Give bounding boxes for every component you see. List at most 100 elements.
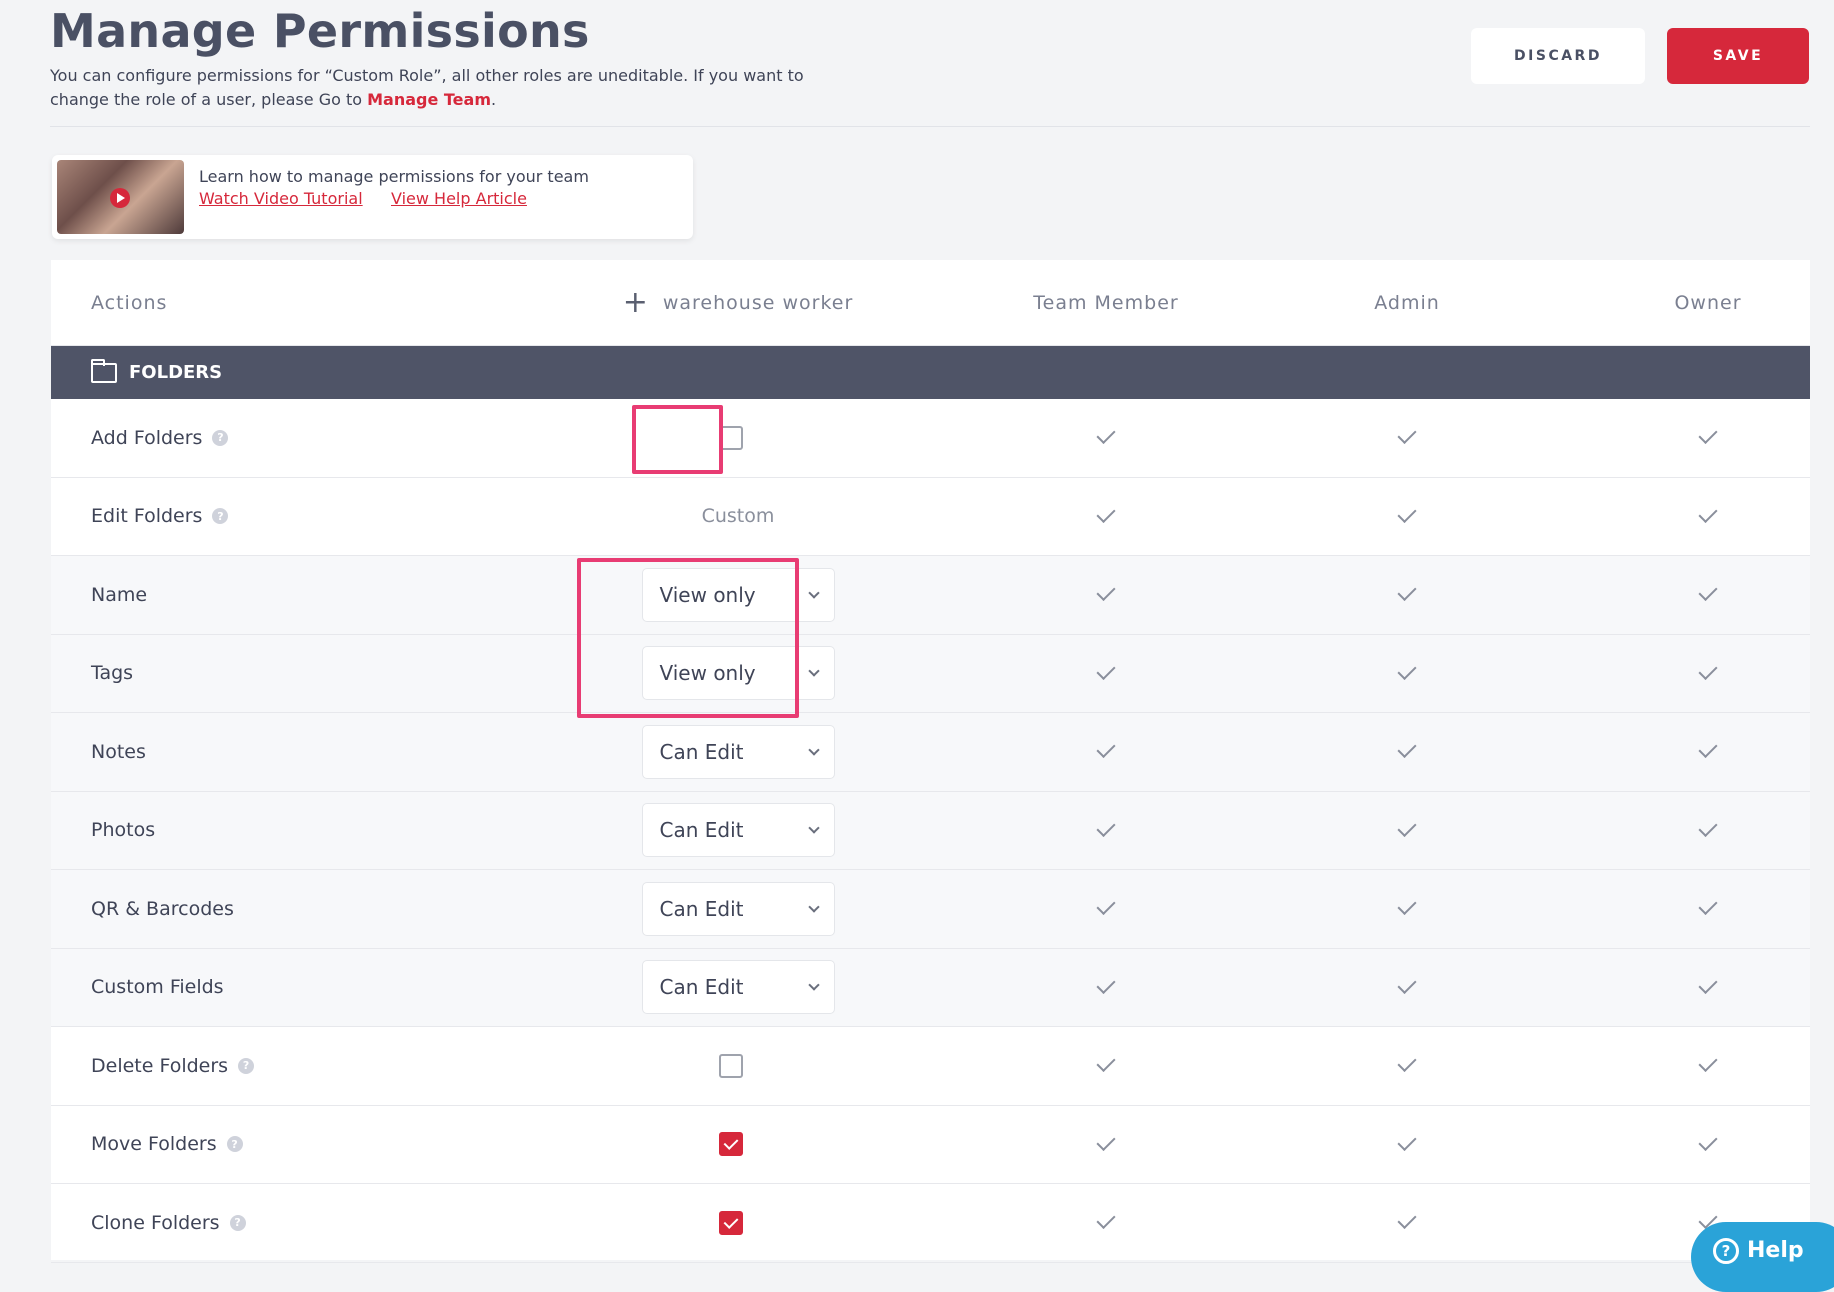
permission-checkbox[interactable] — [719, 1053, 743, 1078]
row-label-text: Tags — [91, 662, 134, 685]
check-icon — [1698, 503, 1718, 523]
custom-role-cell — [578, 399, 898, 477]
question-icon[interactable]: ? — [238, 1057, 255, 1074]
custom-role-cell: Can Edit — [578, 792, 898, 870]
manage-team-link[interactable]: Manage Team — [367, 90, 491, 109]
row-label-text: Notes — [91, 740, 146, 763]
role-permission-cell — [1558, 713, 1834, 791]
question-icon[interactable]: ? — [229, 1214, 246, 1231]
role-permission-cell — [1257, 1184, 1557, 1262]
check-icon — [1698, 1131, 1718, 1151]
table-header: Actions + warehouse worker Team Member A… — [51, 260, 1810, 346]
row-label: Clone Folders? — [91, 1184, 246, 1262]
row-label-text: Move Folders — [91, 1133, 217, 1156]
check-icon — [1096, 582, 1116, 602]
permission-checkbox[interactable] — [719, 1210, 743, 1235]
watch-video-link[interactable]: Watch Video Tutorial — [199, 189, 363, 208]
table-row: Notes Can Edit — [51, 713, 1810, 792]
table-row: Edit Folders? Custom — [51, 478, 1810, 556]
role-permission-cell — [1558, 1027, 1834, 1105]
column-header-owner: Owner — [1674, 292, 1742, 314]
table-row: Add Folders? — [51, 399, 1810, 478]
help-article-link[interactable]: View Help Article — [391, 189, 527, 208]
column-header-custom-role[interactable]: + warehouse worker — [578, 260, 898, 346]
check-icon — [1096, 503, 1116, 523]
page-description: You can configure permissions for “Custo… — [50, 64, 840, 112]
permission-level-select[interactable]: Can Edit — [641, 960, 835, 1015]
table-row: Move Folders? — [51, 1106, 1810, 1184]
row-label-text: Add Folders — [91, 426, 203, 449]
question-icon: ? — [1713, 1238, 1739, 1264]
help-widget-button[interactable]: ? Help — [1691, 1222, 1834, 1292]
check-icon — [1397, 1131, 1417, 1151]
section-folders: FOLDERS — [51, 346, 1810, 399]
row-label: Photos — [91, 792, 155, 870]
permission-level-select[interactable]: Can Edit — [641, 724, 835, 779]
row-label-text: Name — [91, 583, 148, 606]
role-permission-cell — [1257, 949, 1557, 1027]
column-header-admin: Admin — [1374, 292, 1440, 314]
custom-role-name: warehouse worker — [662, 292, 854, 314]
tutorial-card: Learn how to manage permissions for your… — [52, 155, 693, 239]
row-label: Custom Fields — [91, 949, 224, 1027]
permission-level-select[interactable]: Can Edit — [641, 803, 835, 858]
check-icon — [1698, 896, 1718, 916]
chevron-down-icon — [807, 979, 820, 991]
custom-role-cell: View only — [578, 556, 898, 634]
role-permission-cell — [956, 1106, 1256, 1184]
save-button[interactable]: SAVE — [1667, 28, 1809, 84]
discard-button[interactable]: DISCARD — [1471, 28, 1645, 84]
role-permission-cell — [956, 792, 1256, 870]
help-label: Help — [1747, 1238, 1804, 1263]
permission-checkbox[interactable] — [719, 425, 743, 450]
custom-role-cell: Can Edit — [578, 949, 898, 1027]
role-permission-cell — [1257, 635, 1557, 713]
check-icon — [1096, 739, 1116, 759]
row-label: Add Folders? — [91, 399, 229, 477]
tutorial-title: Learn how to manage permissions for your… — [199, 167, 589, 186]
role-permission-cell — [1257, 792, 1557, 870]
role-permission-cell — [1257, 399, 1557, 477]
select-value: Can Edit — [659, 739, 744, 764]
row-label: QR & Barcodes — [91, 870, 234, 948]
tutorial-video-thumbnail[interactable] — [57, 160, 184, 234]
question-icon[interactable]: ? — [212, 508, 229, 525]
select-value: Can Edit — [659, 975, 744, 1000]
check-icon — [1096, 896, 1116, 916]
permission-level-select[interactable]: View only — [641, 567, 835, 622]
role-permission-cell — [956, 478, 1256, 556]
role-permission-cell — [1558, 399, 1834, 477]
role-permission-cell — [1257, 870, 1557, 948]
role-permission-cell — [1558, 949, 1834, 1027]
chevron-down-icon — [807, 822, 820, 834]
question-icon[interactable]: ? — [226, 1136, 243, 1153]
header-divider — [50, 126, 1810, 127]
table-row: Custom Fields Can Edit — [51, 948, 1810, 1027]
role-permission-cell — [1257, 713, 1557, 791]
custom-status-text: Custom — [701, 505, 775, 528]
check-icon — [1096, 425, 1116, 445]
select-value: View only — [659, 582, 756, 607]
check-icon — [1698, 739, 1718, 759]
plus-icon[interactable]: + — [623, 288, 649, 318]
permission-checkbox[interactable] — [719, 1132, 743, 1157]
check-icon — [1096, 1210, 1116, 1230]
question-icon[interactable]: ? — [212, 429, 229, 446]
permission-level-select[interactable]: View only — [641, 646, 835, 701]
check-icon — [1397, 1053, 1417, 1073]
folder-icon — [91, 358, 117, 383]
table-row: Delete Folders? — [51, 1027, 1810, 1106]
check-icon — [1397, 582, 1417, 602]
role-permission-cell — [1257, 556, 1557, 634]
check-icon — [1698, 974, 1718, 994]
custom-role-cell — [578, 1106, 898, 1184]
check-icon — [1698, 582, 1718, 602]
select-value: Can Edit — [659, 896, 744, 921]
role-permission-cell — [1558, 635, 1834, 713]
permission-level-select[interactable]: Can Edit — [641, 881, 835, 936]
role-permission-cell — [1558, 792, 1834, 870]
row-label: Delete Folders? — [91, 1027, 255, 1105]
check-icon — [1096, 817, 1116, 837]
custom-role-cell — [578, 1027, 898, 1105]
play-icon[interactable] — [110, 188, 130, 208]
